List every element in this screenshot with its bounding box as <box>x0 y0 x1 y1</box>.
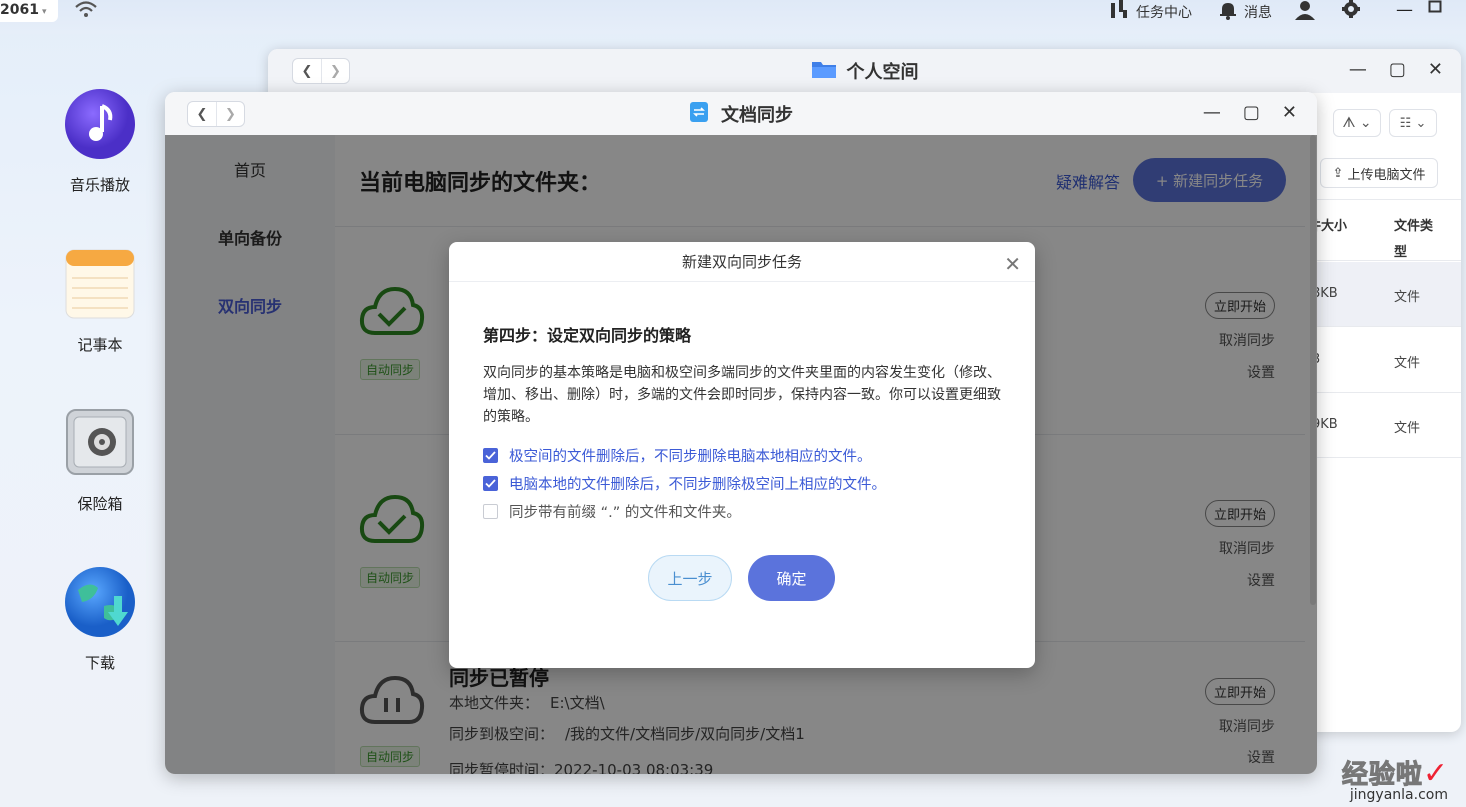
forward-arrow-icon[interactable]: ❯ <box>216 102 244 126</box>
messages-button[interactable]: 消息 <box>1218 0 1272 24</box>
scrollbar-thumb[interactable] <box>1310 135 1316 605</box>
watermark: 经验啦✓ jingyanla.com <box>1341 754 1448 803</box>
maximize-icon[interactable]: ▢ <box>1389 59 1406 80</box>
top-bar: 2061 ▾ 任务中心 消息 — <box>0 0 1466 34</box>
task-center-button[interactable]: 任务中心 <box>1108 0 1192 24</box>
back-arrow-icon[interactable]: ❮ <box>293 59 321 83</box>
folder-icon <box>811 59 837 83</box>
close-icon[interactable]: ✕ <box>1428 59 1443 80</box>
option-keep-remote-files[interactable]: 电脑本地的文件删除后，不同步删除极空间上相应的文件。 <box>483 473 886 494</box>
task-center-icon <box>1108 0 1130 24</box>
cell-type: 文件 <box>1394 290 1421 305</box>
maximize-icon[interactable]: ▢ <box>1243 102 1260 123</box>
task-center-label: 任务中心 <box>1136 5 1192 21</box>
minimize-icon[interactable]: — <box>1349 59 1367 80</box>
desktop-item-label: 音乐播放 <box>69 176 130 194</box>
option-label: 极空间的文件删除后，不同步删除电脑本地相应的文件。 <box>509 449 872 465</box>
scrollbar[interactable] <box>1309 135 1317 605</box>
chevron-down-icon: ▾ <box>41 7 47 17</box>
watermark-url: jingyanla.com <box>1349 787 1448 803</box>
nav-buttons: ❮ ❯ <box>292 58 350 84</box>
new-sync-dialog: 新建双向同步任务 ✕ 第四步：设定双向同步的策略 双向同步的基本策略是电脑和极空… <box>449 242 1035 668</box>
bell-icon <box>1218 0 1238 24</box>
cell-type: 文件 <box>1394 421 1421 436</box>
window-title: 文档同步 <box>721 104 793 126</box>
option-label: 电脑本地的文件删除后，不同步删除极空间上相应的文件。 <box>509 477 886 493</box>
confirm-button[interactable]: 确定 <box>748 555 835 601</box>
table-row[interactable]: 8KB 文件 <box>1308 262 1461 327</box>
upload-icon: ⇪ <box>1332 165 1344 181</box>
close-icon[interactable]: ✕ <box>1004 254 1021 274</box>
minimize-icon[interactable]: — <box>1203 102 1221 123</box>
checkbox-checked[interactable] <box>483 448 498 463</box>
desktop-item-download[interactable]: 下载 <box>40 566 160 673</box>
minimize-icon[interactable]: — <box>1396 0 1413 20</box>
gear-icon[interactable] <box>1340 0 1362 24</box>
desktop-item-label: 记事本 <box>77 336 123 354</box>
safe-icon <box>64 407 136 479</box>
cell-type: 文件 <box>1394 356 1421 371</box>
upload-label: 上传电脑文件 <box>1347 167 1426 183</box>
table-header: 件大小 文件类型 <box>1308 199 1461 261</box>
music-icon <box>64 88 136 160</box>
wifi-icon[interactable] <box>73 0 99 24</box>
option-sync-dot-files[interactable]: 同步带有前缀 “.” 的文件和文件夹。 <box>483 501 741 522</box>
option-keep-local-files[interactable]: 极空间的文件删除后，不同步删除电脑本地相应的文件。 <box>483 445 872 466</box>
window-controls: — ▢ ✕ <box>1203 102 1297 123</box>
download-globe-icon <box>64 566 136 638</box>
checkbox-checked[interactable] <box>483 476 498 491</box>
dialog-title: 新建双向同步任务 <box>449 242 1035 282</box>
desktop-item-notepad[interactable]: 记事本 <box>40 248 160 355</box>
option-label: 同步带有前缀 “.” 的文件和文件夹。 <box>509 505 741 521</box>
network-selector[interactable]: 2061 ▾ <box>0 0 58 22</box>
watermark-text: 经验啦 <box>1341 760 1423 791</box>
window-controls: — ▢ ✕ <box>1349 59 1443 80</box>
step-heading: 第四步：设定双向同步的策略 <box>483 326 692 345</box>
desktop-item-music[interactable]: 音乐播放 <box>40 88 160 195</box>
window-titlebar: ❮ ❯ 文档同步 — ▢ ✕ <box>165 92 1317 135</box>
notepad-icon <box>64 248 136 320</box>
table-row[interactable]: 3 文件 <box>1308 328 1461 393</box>
sync-app-icon <box>689 101 709 127</box>
column-type: 文件类型 <box>1394 219 1434 260</box>
user-icon[interactable] <box>1294 0 1316 24</box>
desktop-item-label: 保险箱 <box>77 495 123 513</box>
desktop-item-safe[interactable]: 保险箱 <box>40 407 160 514</box>
view-mode-button[interactable]: ☷ ⌄ <box>1389 109 1437 137</box>
messages-label: 消息 <box>1244 5 1272 21</box>
dialog-description: 双向同步的基本策略是电脑和极空间多端同步的文件夹里面的内容发生变化（修改、增加、… <box>483 365 1001 425</box>
checkmark-icon: ✓ <box>1422 756 1448 791</box>
table-row[interactable]: 9KB 文件 <box>1308 393 1461 458</box>
checkbox-unchecked[interactable] <box>483 504 498 519</box>
window-titlebar: ❮ ❯ 个人空间 — ▢ ✕ <box>268 49 1461 93</box>
sort-button[interactable]: ᗑ ⌄ <box>1333 109 1381 137</box>
nav-buttons: ❮ ❯ <box>187 101 245 127</box>
desktop-item-label: 下载 <box>84 654 115 672</box>
network-label: 2061 <box>0 2 39 18</box>
previous-step-button[interactable]: 上一步 <box>648 555 732 601</box>
close-icon[interactable]: ✕ <box>1282 102 1297 123</box>
forward-arrow-icon[interactable]: ❯ <box>321 59 349 83</box>
window-title: 个人空间 <box>846 62 919 83</box>
upload-button[interactable]: ⇪ 上传电脑文件 <box>1320 158 1438 188</box>
maximize-icon[interactable] <box>1428 0 1442 18</box>
back-arrow-icon[interactable]: ❮ <box>188 102 216 126</box>
